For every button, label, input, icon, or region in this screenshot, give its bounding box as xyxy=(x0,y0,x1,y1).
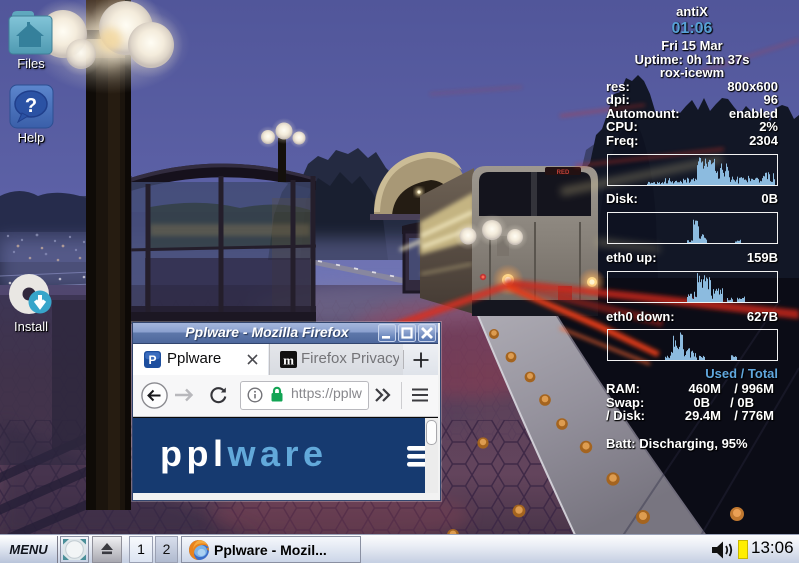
svg-text:?: ? xyxy=(25,95,37,117)
svg-text:RED: RED xyxy=(557,170,570,176)
svg-text:m: m xyxy=(283,353,294,368)
svg-text:P: P xyxy=(148,353,156,367)
